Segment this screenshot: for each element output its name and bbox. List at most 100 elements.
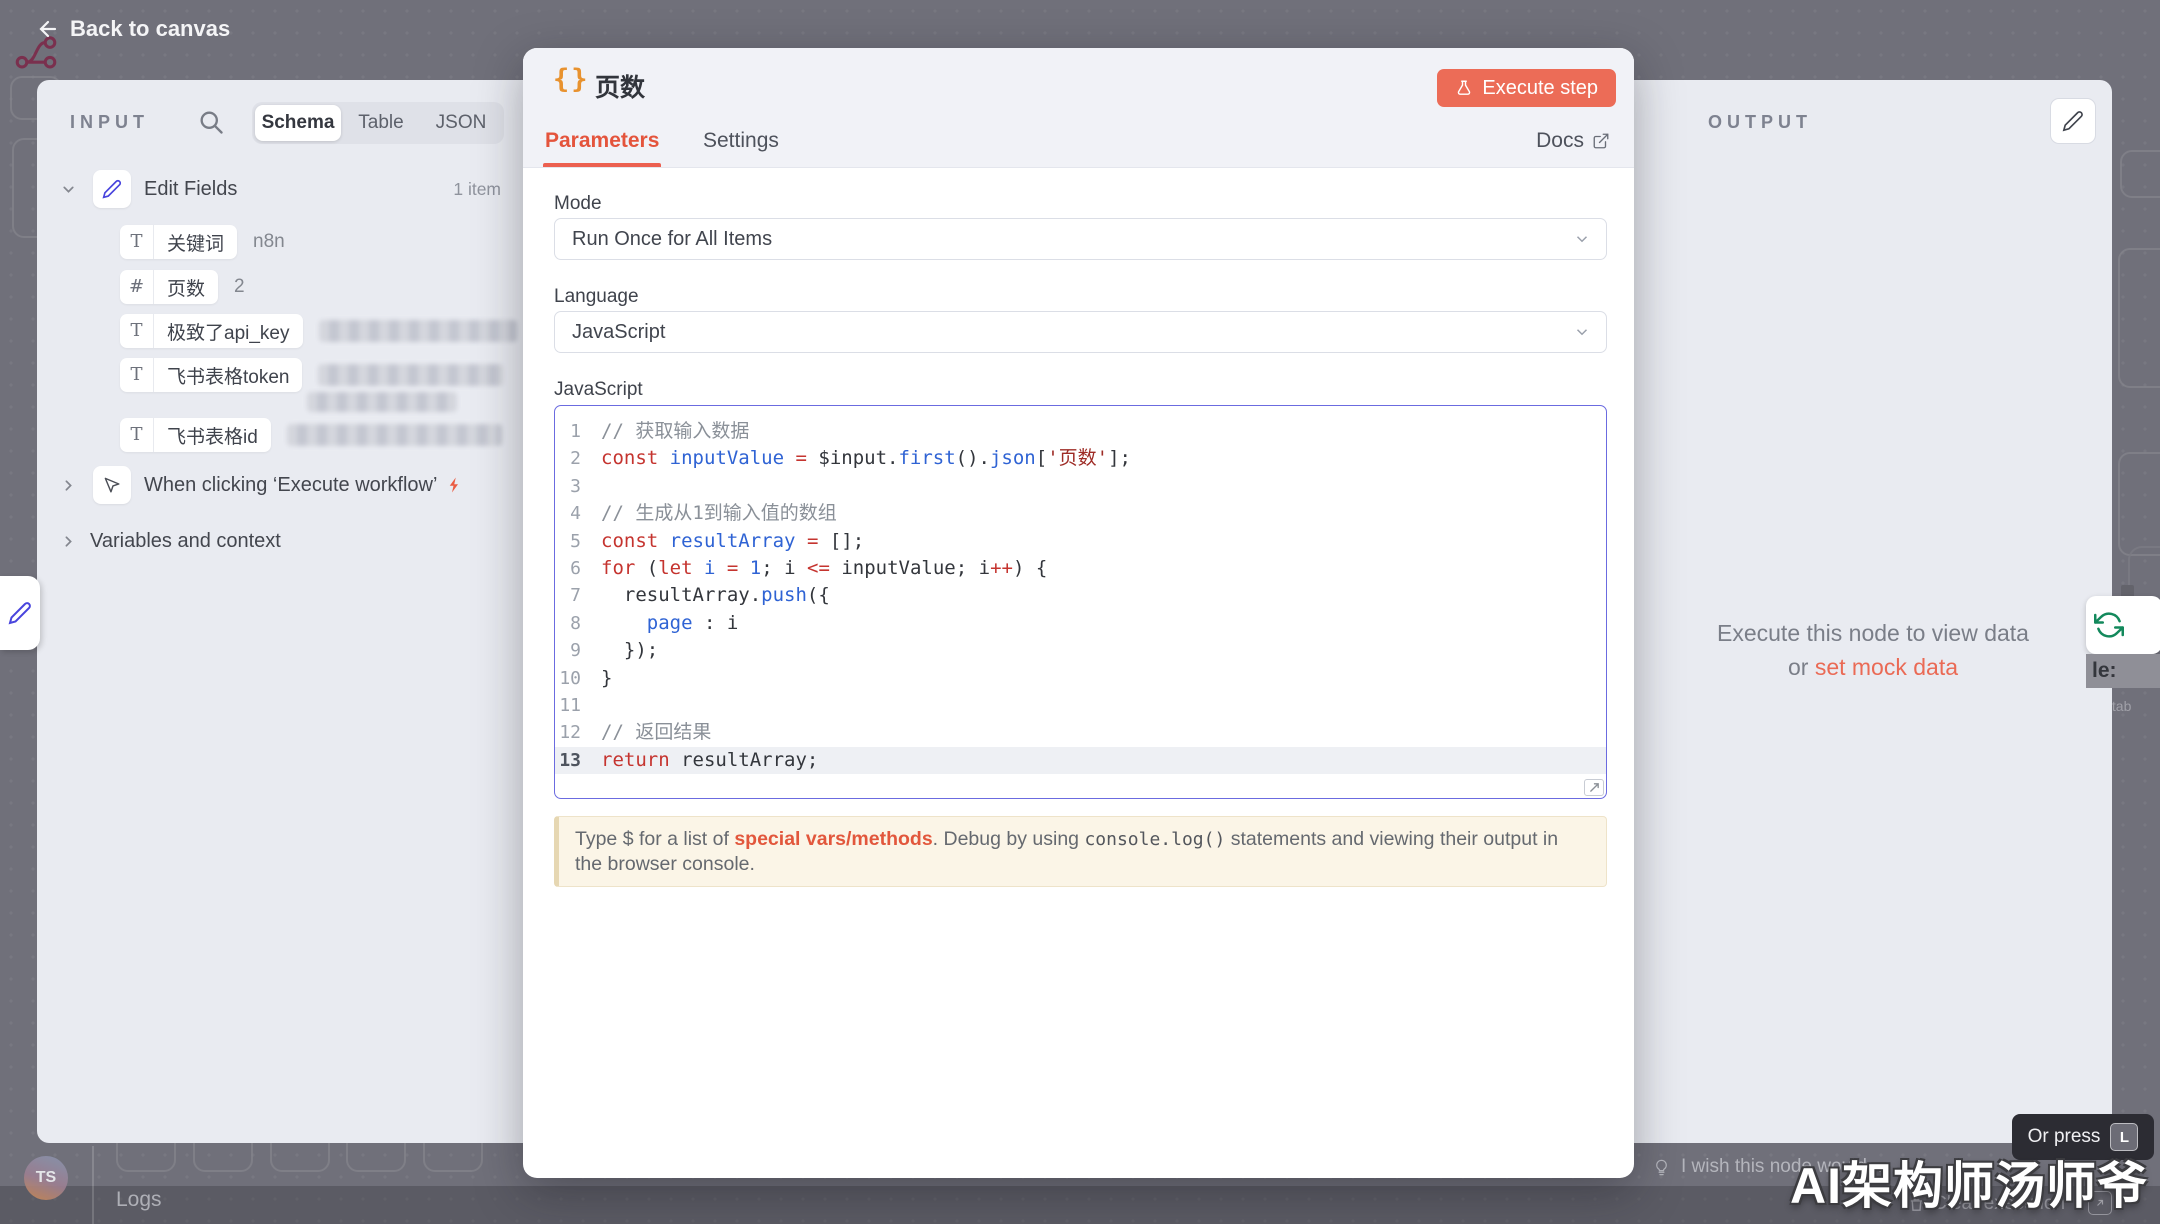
schema-field-row[interactable]: T 极致了api_key bbox=[120, 314, 517, 348]
code-line-content: } bbox=[601, 665, 612, 692]
search-icon[interactable] bbox=[197, 108, 225, 136]
code-line-content: return resultArray; bbox=[601, 747, 818, 774]
code-token: ++ bbox=[990, 557, 1013, 579]
cursor-pointer-icon bbox=[103, 476, 122, 495]
field-pill[interactable]: T 关键词 bbox=[120, 225, 237, 259]
chevron-right-icon[interactable] bbox=[60, 533, 77, 550]
lightbulb-icon bbox=[1652, 1158, 1671, 1177]
schema-field-row[interactable]: # 页数 2 bbox=[120, 270, 245, 304]
output-panel-title: OUTPUT bbox=[1708, 112, 1812, 133]
code-line[interactable]: 13return resultArray; bbox=[555, 747, 1606, 774]
string-type-icon: T bbox=[120, 225, 154, 259]
output-panel: OUTPUT Execute this node to view data or… bbox=[1634, 80, 2112, 1143]
code-line[interactable]: 3 bbox=[555, 473, 1606, 500]
edit-output-button[interactable] bbox=[2050, 98, 2096, 144]
tab-schema[interactable]: Schema bbox=[255, 105, 341, 141]
tab-parameters[interactable]: Parameters bbox=[545, 129, 659, 153]
tree-node-edit-fields[interactable]: Edit Fields 1 item bbox=[37, 170, 523, 208]
code-token: }); bbox=[601, 639, 658, 661]
output-empty-or: or bbox=[1788, 654, 1815, 680]
loop-refresh-icon bbox=[2094, 610, 2124, 640]
tree-node-manual-trigger[interactable]: When clicking ‘Execute workflow’ bbox=[37, 466, 523, 504]
code-token: resultArray. bbox=[601, 584, 761, 606]
code-line[interactable]: 6for (let i = 1; i <= inputValue; i++) { bbox=[555, 555, 1606, 582]
active-tab-underline bbox=[543, 163, 661, 167]
code-token bbox=[795, 530, 806, 552]
code-token: = bbox=[807, 530, 818, 552]
field-value: n8n bbox=[253, 231, 285, 253]
edit-fields-node-icon-box bbox=[93, 170, 131, 208]
back-to-canvas-button[interactable]: Back to canvas bbox=[36, 16, 230, 42]
tree-node-variables[interactable]: Variables and context bbox=[37, 524, 523, 558]
field-pill[interactable]: T 极致了api_key bbox=[120, 314, 303, 348]
field-pill[interactable]: T 飞书表格token bbox=[120, 358, 302, 392]
code-line[interactable]: 12// 返回结果 bbox=[555, 719, 1606, 746]
logs-tab[interactable]: Logs bbox=[116, 1188, 162, 1212]
code-token: '页数' bbox=[1047, 447, 1108, 469]
set-mock-data-link[interactable]: set mock data bbox=[1815, 654, 1958, 680]
console-log-snippet: console.log() bbox=[1084, 829, 1225, 850]
input-panel: INPUT Schema Table JSON Edit Fields 1 it… bbox=[37, 80, 523, 1143]
schema-field-row[interactable]: T 飞书表格token bbox=[120, 358, 503, 392]
code-line[interactable]: 5const resultArray = []; bbox=[555, 528, 1606, 555]
item-count: 1 item bbox=[453, 179, 501, 200]
code-line[interactable]: 4// 生成从1到输入值的数组 bbox=[555, 500, 1606, 527]
line-number: 11 bbox=[555, 692, 601, 719]
node-title: 页数 bbox=[595, 68, 645, 104]
mode-select[interactable]: Run Once for All Items bbox=[554, 218, 1607, 260]
code-line[interactable]: 10} bbox=[555, 665, 1606, 692]
chevron-down-icon bbox=[1573, 230, 1591, 248]
avatar[interactable]: TS bbox=[24, 1156, 68, 1200]
tab-table[interactable]: Table bbox=[341, 105, 421, 141]
code-line[interactable]: 11 bbox=[555, 692, 1606, 719]
pencil-icon bbox=[8, 601, 32, 625]
execute-step-button[interactable]: Execute step bbox=[1437, 69, 1616, 107]
line-number: 6 bbox=[555, 555, 601, 582]
input-panel-title: INPUT bbox=[70, 112, 149, 133]
language-label: Language bbox=[554, 286, 639, 308]
canvas-node-ghost bbox=[2118, 248, 2160, 388]
code-line[interactable]: 1// 获取输入数据 bbox=[555, 418, 1606, 445]
special-vars-link[interactable]: special vars/methods bbox=[734, 828, 932, 850]
code-token: // 返回结果 bbox=[601, 721, 711, 743]
line-number: 12 bbox=[555, 719, 601, 746]
code-line-content: const inputValue = $input.first().json['… bbox=[601, 445, 1131, 472]
chevron-down-icon[interactable] bbox=[60, 181, 77, 198]
code-token: inputValue; i bbox=[830, 557, 990, 579]
redacted-value bbox=[307, 392, 457, 412]
watermark: AI架构师汤师爷 bbox=[1790, 1146, 2148, 1218]
line-number: 2 bbox=[555, 445, 601, 472]
tab-settings[interactable]: Settings bbox=[703, 129, 779, 153]
code-line[interactable]: 8 page : i bbox=[555, 610, 1606, 637]
pencil-icon bbox=[102, 179, 122, 199]
field-name: 关键词 bbox=[154, 229, 237, 256]
code-line-content: // 生成从1到输入值的数组 bbox=[601, 500, 837, 527]
code-token: : i bbox=[693, 612, 739, 634]
editor-resize-grip[interactable] bbox=[1584, 779, 1604, 796]
schema-field-row[interactable]: T 飞书表格id bbox=[120, 418, 502, 452]
code-line[interactable]: 7 resultArray.push({ bbox=[555, 582, 1606, 609]
code-token: []; bbox=[818, 530, 864, 552]
field-pill[interactable]: T 飞书表格id bbox=[120, 418, 271, 452]
field-pill[interactable]: # 页数 bbox=[120, 270, 218, 304]
code-line[interactable]: 2const inputValue = $input.first().json[… bbox=[555, 445, 1606, 472]
tab-json[interactable]: JSON bbox=[421, 105, 501, 141]
schema-field-row[interactable]: T 关键词 n8n bbox=[120, 225, 285, 259]
code-token: } bbox=[601, 667, 612, 689]
lightning-bolt-icon bbox=[446, 476, 464, 494]
back-to-canvas-label: Back to canvas bbox=[70, 16, 230, 42]
code-editor[interactable]: 1// 获取输入数据2const inputValue = $input.fir… bbox=[554, 405, 1607, 799]
code-line[interactable]: 9 }); bbox=[555, 637, 1606, 664]
chevron-right-icon[interactable] bbox=[60, 477, 77, 494]
code-token: resultArray bbox=[670, 530, 796, 552]
language-select-value: JavaScript bbox=[555, 321, 1573, 344]
code-token: 1 bbox=[750, 557, 761, 579]
language-select[interactable]: JavaScript bbox=[554, 311, 1607, 353]
line-number: 3 bbox=[555, 473, 601, 500]
field-name: 极致了api_key bbox=[154, 318, 303, 345]
input-node-quick-tab[interactable] bbox=[0, 576, 40, 650]
chevron-down-icon bbox=[1573, 323, 1591, 341]
docs-link[interactable]: Docs bbox=[1536, 129, 1610, 153]
redacted-value bbox=[319, 320, 517, 342]
line-number: 4 bbox=[555, 500, 601, 527]
